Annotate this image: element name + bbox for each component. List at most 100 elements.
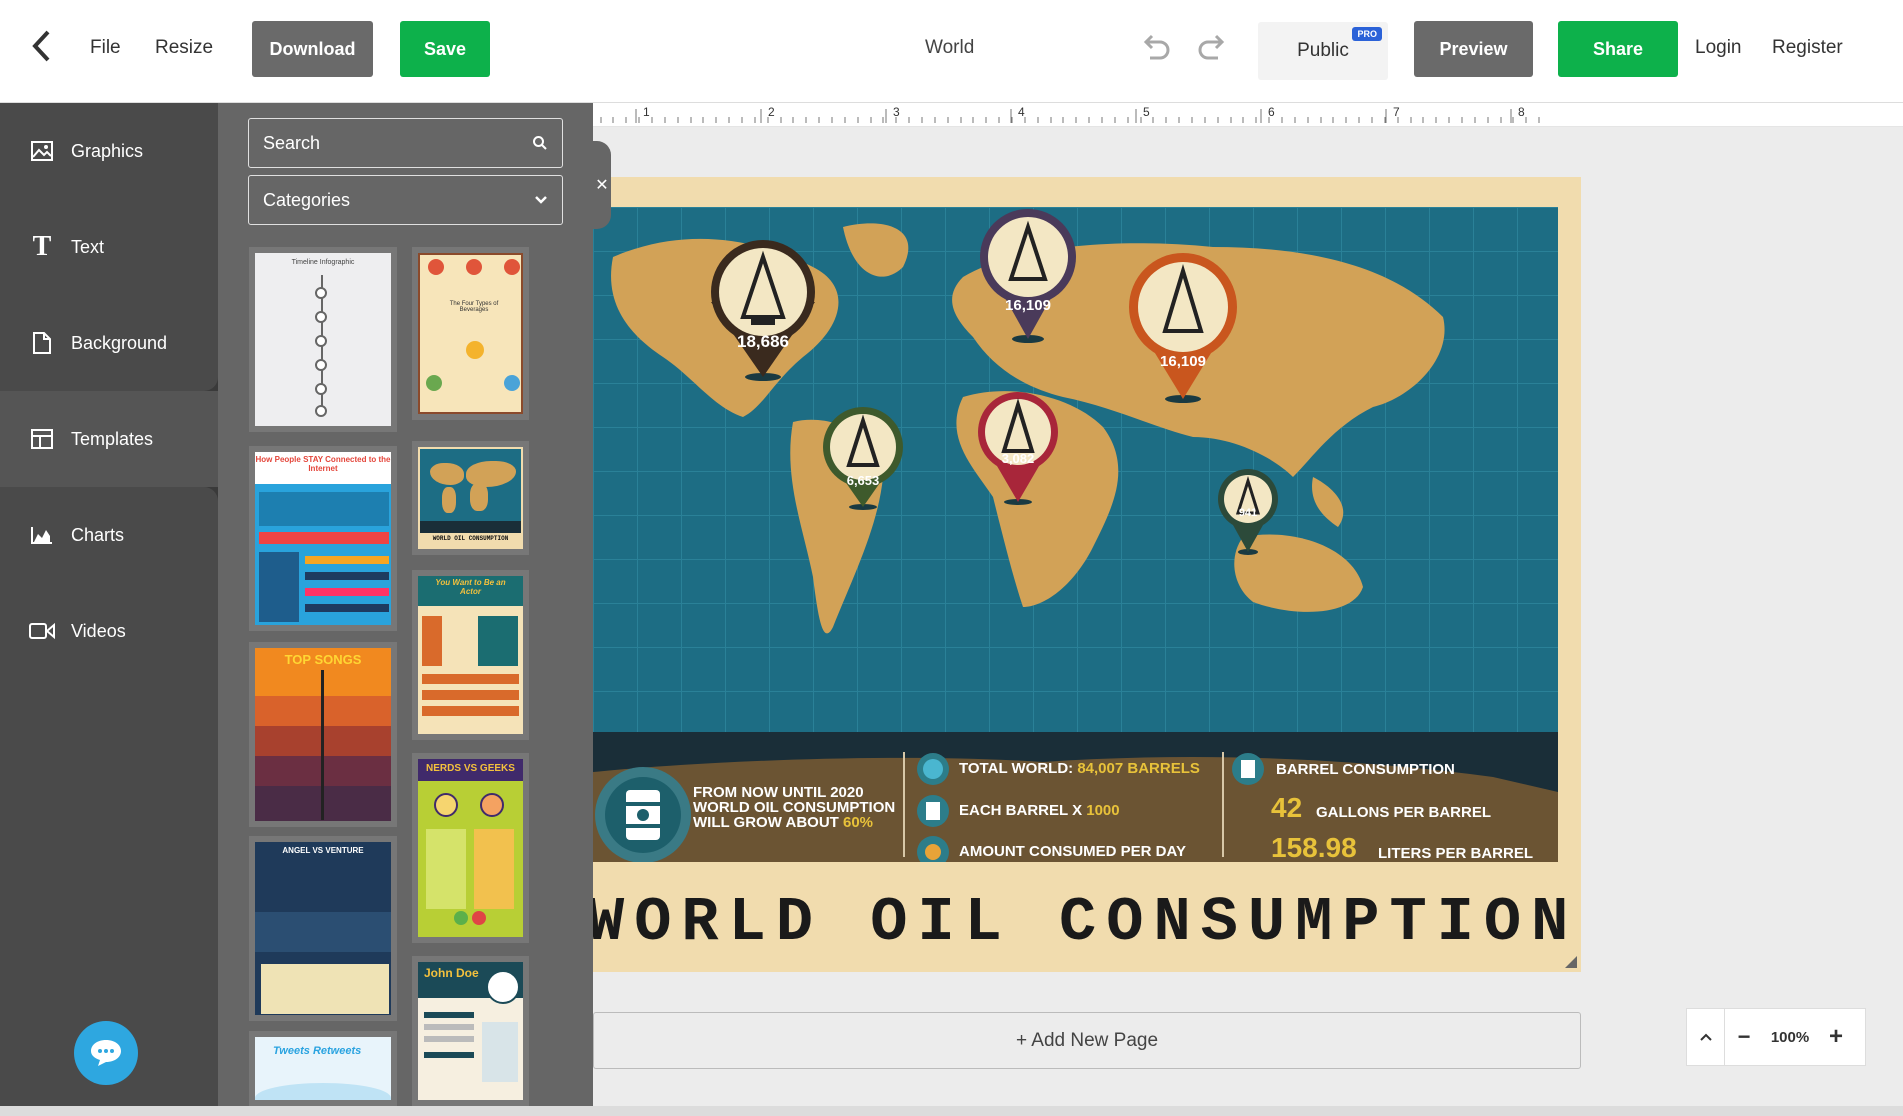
sidebar-item-label: Text bbox=[71, 236, 105, 257]
zoom-level: 100% bbox=[1770, 1028, 1810, 1046]
each-barrel: EACH BARREL X 1000 bbox=[959, 802, 1120, 819]
pin-value-south-america: 6,653 bbox=[846, 473, 880, 488]
add-new-page-button[interactable]: + Add New Page bbox=[593, 1012, 1581, 1069]
thumb-title: The Four Types of Beverages bbox=[449, 301, 499, 313]
pro-badge: PRO bbox=[1352, 27, 1382, 41]
download-button[interactable]: Download bbox=[252, 21, 373, 77]
template-thumb-john-doe[interactable]: John Doe bbox=[412, 956, 529, 1106]
ruler-number: 1 bbox=[643, 105, 650, 119]
sidebar-item-label: Graphics bbox=[71, 140, 144, 161]
info-bar[interactable]: FROM NOW UNTIL 2020 WORLD OIL CONSUMPTIO… bbox=[593, 732, 1558, 862]
design-canvas[interactable]: 18,686 16,109 16,109 6,653 3,082 941 FRO bbox=[593, 177, 1581, 972]
left-sidebar: Graphics T Text Background Templates Cha… bbox=[0, 103, 218, 1106]
text-icon: T bbox=[32, 231, 52, 262]
thumb-title: You Want to Be an Actor bbox=[418, 576, 523, 606]
template-thumb-actor[interactable]: You Want to Be an Actor bbox=[412, 570, 529, 740]
sidebar-item-graphics[interactable]: Graphics bbox=[0, 103, 218, 199]
thumb-title: NERDS VS GEEKS bbox=[418, 759, 523, 781]
growth-line-3: WILL GROW ABOUT 60% bbox=[693, 814, 873, 831]
sidebar-item-charts[interactable]: Charts bbox=[0, 487, 218, 583]
growth-line-3-text: WILL GROW ABOUT bbox=[693, 814, 839, 831]
video-icon bbox=[29, 622, 55, 640]
world-map[interactable]: 18,686 16,109 16,109 6,653 3,082 941 bbox=[593, 207, 1558, 757]
template-thumb-nerds-geeks[interactable]: NERDS VS GEEKS bbox=[412, 753, 529, 943]
template-thumb-internet[interactable]: How People STAY Connected to the Interne… bbox=[249, 446, 397, 631]
preview-button[interactable]: Preview bbox=[1414, 21, 1533, 77]
template-thumb-tweets[interactable]: Tweets Retweets bbox=[249, 1031, 397, 1106]
thumb-title: John Doe bbox=[424, 966, 479, 980]
register-link[interactable]: Register bbox=[1772, 37, 1843, 59]
sidebar-item-text[interactable]: T Text bbox=[0, 199, 218, 295]
world-map-graphic bbox=[593, 207, 1558, 757]
document-title[interactable]: World bbox=[925, 37, 974, 59]
resize-menu[interactable]: Resize bbox=[155, 37, 213, 59]
share-button[interactable]: Share bbox=[1558, 21, 1678, 77]
search-icon bbox=[533, 136, 547, 150]
public-label: Public bbox=[1297, 40, 1349, 61]
chevron-up-icon bbox=[1699, 1033, 1712, 1041]
templates-panel: Search Categories Timeline Infographic H… bbox=[218, 103, 803, 1106]
ruler-number: 5 bbox=[1143, 105, 1150, 119]
chat-bubble-button[interactable] bbox=[74, 1021, 138, 1085]
sidebar-item-label: Videos bbox=[71, 620, 126, 641]
ruler-ticks bbox=[600, 109, 1540, 123]
chat-icon bbox=[91, 1040, 121, 1066]
categories-dropdown[interactable]: Categories bbox=[248, 175, 563, 225]
each-value: 1000 bbox=[1086, 802, 1120, 819]
ruler-number: 2 bbox=[768, 105, 775, 119]
sidebar-item-label: Templates bbox=[71, 428, 154, 449]
pin-value-australia: 941 bbox=[1238, 507, 1258, 519]
close-panel-button[interactable]: ✕ bbox=[593, 141, 611, 229]
top-toolbar: File Resize Download Save World Public P… bbox=[0, 0, 1903, 103]
pin-value-africa: 3,082 bbox=[1001, 451, 1035, 466]
each-label: EACH BARREL X bbox=[959, 802, 1083, 819]
resize-handle-icon[interactable] bbox=[1565, 956, 1577, 968]
pin-value-north-america: 18,686 bbox=[737, 332, 789, 351]
ruler-number: 8 bbox=[1518, 105, 1525, 119]
sidebar-item-label: Background bbox=[71, 332, 168, 353]
total-label: TOTAL WORLD: bbox=[959, 760, 1074, 777]
thumb-title: How People STAY Connected to the Interne… bbox=[255, 452, 391, 484]
total-value: 84,007 BARRELS bbox=[1077, 760, 1200, 777]
thumb-title: TOP SONGS bbox=[284, 652, 362, 667]
thumb-title: Timeline Infographic bbox=[291, 259, 355, 266]
ruler-number: 4 bbox=[1018, 105, 1025, 119]
sidebar-item-templates[interactable]: Templates bbox=[0, 391, 218, 487]
pin-value-asia: 16,109 bbox=[1160, 353, 1206, 370]
search-placeholder: Search bbox=[263, 132, 321, 153]
infographic-title[interactable]: WORLD OIL CONSUMPTION bbox=[593, 887, 1578, 958]
search-input[interactable]: Search bbox=[248, 118, 563, 168]
public-toggle[interactable]: Public PRO bbox=[1258, 22, 1388, 80]
thumb-title: WORLD OIL CONSUMPTION bbox=[432, 535, 509, 542]
back-chevron-icon[interactable] bbox=[30, 28, 62, 68]
templates-icon bbox=[29, 429, 55, 449]
template-thumb-world-oil[interactable]: WORLD OIL CONSUMPTION bbox=[412, 441, 529, 555]
login-link[interactable]: Login bbox=[1695, 37, 1742, 59]
file-menu[interactable]: File bbox=[90, 37, 121, 59]
template-thumb-beverages[interactable]: The Four Types of Beverages bbox=[412, 247, 529, 420]
template-thumb-angel-venture[interactable]: ANGEL VS VENTURE bbox=[249, 836, 397, 1021]
ruler-number: 7 bbox=[1393, 105, 1400, 119]
amount-per-day: AMOUNT CONSUMED PER DAY bbox=[959, 843, 1186, 860]
zoom-out-button[interactable]: − bbox=[1725, 1009, 1763, 1065]
undo-icon[interactable] bbox=[1138, 30, 1172, 73]
close-icon: ✕ bbox=[595, 177, 609, 194]
zoom-in-button[interactable]: + bbox=[1817, 1009, 1855, 1065]
barrel-consumption: BARREL CONSUMPTION bbox=[1276, 761, 1455, 778]
redo-icon[interactable] bbox=[1196, 30, 1230, 73]
zoom-controls: − 100% + bbox=[1686, 1008, 1866, 1066]
thumb-title: Tweets Retweets bbox=[273, 1045, 362, 1057]
categories-label: Categories bbox=[263, 189, 351, 210]
ruler-number: 3 bbox=[893, 105, 900, 119]
sidebar-item-videos[interactable]: Videos bbox=[0, 583, 218, 679]
save-button[interactable]: Save bbox=[400, 21, 490, 77]
horizontal-ruler: 1 2 3 4 5 6 7 8 bbox=[593, 103, 1903, 127]
growth-percent: 60% bbox=[842, 814, 874, 831]
pin-value-russia: 16,109 bbox=[1005, 297, 1051, 314]
sidebar-item-background[interactable]: Background bbox=[0, 295, 218, 391]
file-icon bbox=[29, 332, 55, 354]
total-world: TOTAL WORLD: 84,007 BARRELS bbox=[959, 760, 1200, 777]
template-thumb-top-songs[interactable]: TOP SONGS bbox=[249, 642, 397, 827]
scroll-up-button[interactable] bbox=[1687, 1009, 1725, 1065]
template-thumb-timeline[interactable]: Timeline Infographic bbox=[249, 247, 397, 432]
